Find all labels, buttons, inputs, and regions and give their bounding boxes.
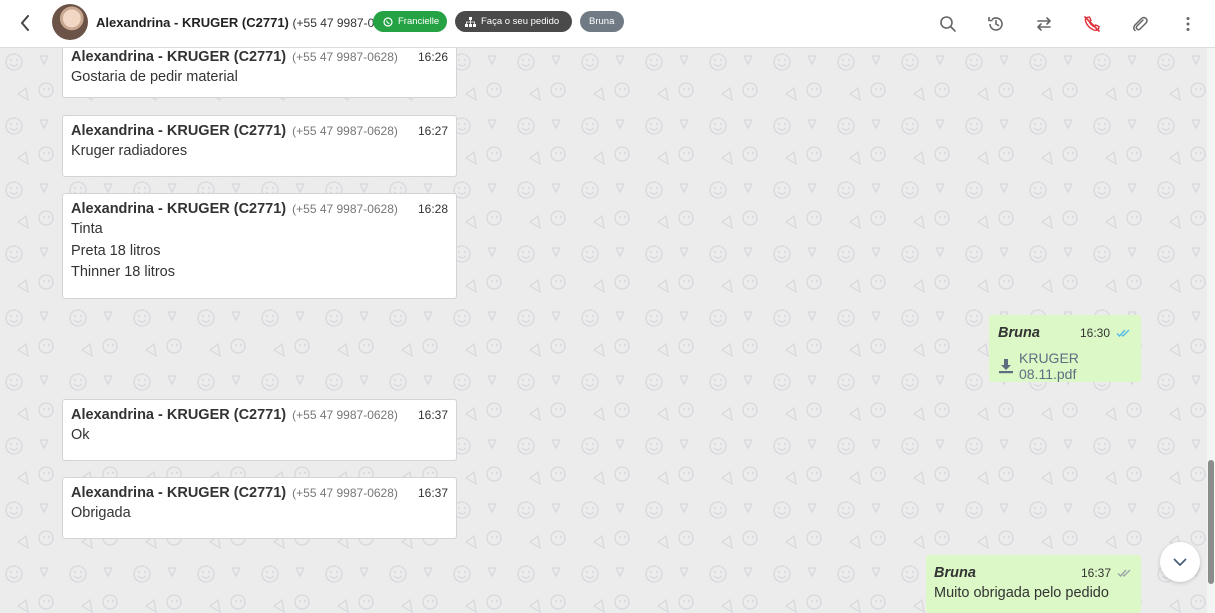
back-button[interactable] xyxy=(14,12,36,34)
attach-button[interactable] xyxy=(1128,12,1152,36)
scroll-to-bottom-button[interactable] xyxy=(1160,542,1200,582)
transfer-button[interactable] xyxy=(1032,12,1056,36)
end-call-icon xyxy=(1084,16,1100,32)
message-sender: Alexandrina - KRUGER (C2771) xyxy=(71,49,287,65)
message-time: 16:37 xyxy=(1080,566,1111,580)
message-sender: Bruna xyxy=(998,325,1040,341)
message-incoming[interactable]: Alexandrina - KRUGER (C2771) (+55 47 998… xyxy=(62,115,457,177)
message-time: 16:37 xyxy=(417,408,448,422)
chat-header: Alexandrina - KRUGER (C2771) (+55 47 998… xyxy=(0,0,1215,48)
message-incoming[interactable]: Alexandrina - KRUGER (C2771) (+55 47 998… xyxy=(62,399,457,461)
contact-name: Alexandrina - KRUGER (C2771) xyxy=(96,15,289,30)
back-icon xyxy=(21,15,29,31)
whatsapp-tag-label: Francielle xyxy=(398,16,440,27)
message-sender: Alexandrina - KRUGER (C2771) xyxy=(71,201,287,217)
message-incoming[interactable]: Alexandrina - KRUGER (C2771) (+55 47 998… xyxy=(62,477,457,539)
message-phone: (+55 47 9987-0628) xyxy=(292,50,398,64)
file-name: KRUGER 08.11.pdf xyxy=(1019,350,1079,382)
read-ticks-icon xyxy=(1116,328,1132,338)
search-icon xyxy=(940,16,956,32)
chevron-down-icon xyxy=(1173,558,1187,566)
message-outgoing[interactable]: Bruna 16:37 Muito obrigada pelo pedido xyxy=(926,555,1141,613)
history-icon xyxy=(988,17,1003,31)
whatsapp-tag[interactable]: Francielle xyxy=(373,11,447,32)
message-time: 16:30 xyxy=(1079,326,1110,340)
chat-scrollbar-thumb[interactable] xyxy=(1208,460,1214,584)
message-sender: Bruna xyxy=(934,565,976,581)
transfer-icon xyxy=(1037,17,1051,31)
message-text: Ok xyxy=(71,427,90,443)
message-text-line: Tinta xyxy=(71,221,103,237)
file-attachment-link[interactable]: KRUGER 08.11.pdf xyxy=(998,350,1132,382)
attach-icon xyxy=(1133,16,1148,32)
message-text: Kruger radiadores xyxy=(71,143,188,159)
download-icon xyxy=(998,358,1014,374)
more-options-button[interactable] xyxy=(1176,12,1200,36)
order-tag[interactable]: Faça o seu pedido xyxy=(455,11,572,32)
agent-tag-label: Bruna xyxy=(589,16,615,27)
message-phone: (+55 47 9987-0628) xyxy=(292,486,398,500)
avatar[interactable] xyxy=(52,4,88,40)
delivered-ticks-icon xyxy=(1117,568,1133,578)
message-phone: (+55 47 9987-0628) xyxy=(292,408,398,422)
order-tag-label: Faça o seu pedido xyxy=(481,16,560,27)
message-phone: (+55 47 9987-0628) xyxy=(292,124,398,138)
agent-tag[interactable]: Bruna xyxy=(580,11,624,32)
message-text-line: Thinner 18 litros xyxy=(71,264,175,280)
message-time: 16:27 xyxy=(417,124,448,138)
message-sender: Alexandrina - KRUGER (C2771) xyxy=(71,123,287,139)
message-incoming[interactable]: Alexandrina - KRUGER (C2771) (+55 47 998… xyxy=(62,48,457,98)
end-call-button[interactable] xyxy=(1080,12,1104,36)
search-button[interactable] xyxy=(936,12,960,36)
message-outgoing[interactable]: Bruna 16:30 KRUGER 08.11.pdf xyxy=(989,315,1141,382)
contact-info[interactable]: Alexandrina - KRUGER (C2771) (+55 47 998… xyxy=(96,15,398,30)
sitemap-icon xyxy=(465,16,476,27)
message-text-line: Preta 18 litros xyxy=(71,242,161,259)
message-sender: Alexandrina - KRUGER (C2771) xyxy=(71,485,287,501)
chat-area[interactable]: Alexandrina - KRUGER (C2771) (+55 47 998… xyxy=(0,48,1207,613)
message-sender: Alexandrina - KRUGER (C2771) xyxy=(71,407,287,423)
message-text: Obrigada xyxy=(71,505,131,521)
message-text: Gostaria de pedir material xyxy=(71,69,238,85)
message-phone: (+55 47 9987-0628) xyxy=(292,202,398,216)
message-incoming[interactable]: Alexandrina - KRUGER (C2771) (+55 47 998… xyxy=(62,193,457,299)
whatsapp-icon xyxy=(383,16,393,27)
more-icon xyxy=(1186,17,1190,31)
message-text: Muito obrigada pelo pedido xyxy=(934,585,1109,601)
message-time: 16:26 xyxy=(417,50,448,64)
message-time: 16:37 xyxy=(417,486,448,500)
message-time: 16:28 xyxy=(417,202,448,216)
history-button[interactable] xyxy=(984,12,1008,36)
